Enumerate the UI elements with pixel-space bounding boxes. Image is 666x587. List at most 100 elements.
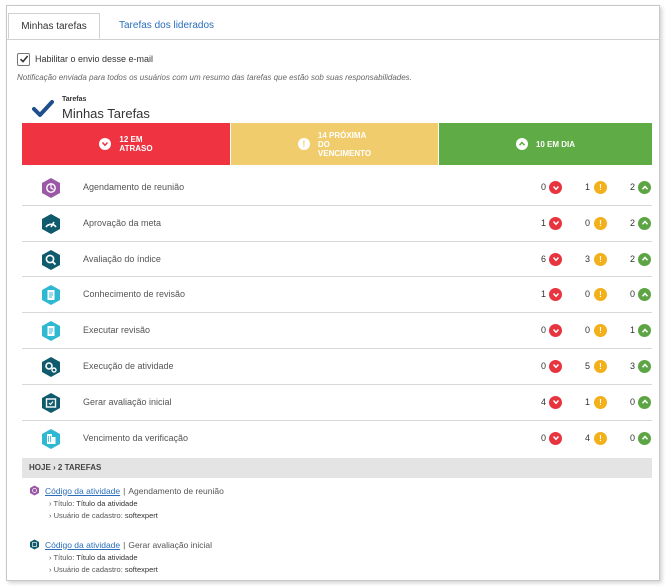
task-type-label: Avaliação do índice <box>83 253 161 264</box>
on-time-count: 2 <box>629 253 635 264</box>
on-time-segment[interactable]: 10 EM DIA <box>439 123 652 165</box>
chevron-down-icon <box>99 138 112 150</box>
late-count: 4 <box>540 396 546 407</box>
due-soon-segment[interactable]: ! 14 PRÓXIMA DO VENCIMENTO <box>230 123 439 165</box>
tab-minhas-tarefas[interactable]: Minhas tarefas <box>8 13 100 39</box>
chevron-down-icon[interactable] <box>549 181 562 194</box>
due-soon-count: 3 <box>584 253 590 264</box>
task-row[interactable]: Gerar avaliação inicial 4 1! 0 <box>22 385 652 421</box>
on-time-count: 1 <box>629 325 635 336</box>
today-item: Código da atividade | Agendamento de reu… <box>29 485 649 520</box>
exclamation-icon[interactable]: ! <box>594 324 607 338</box>
late-count: 0 <box>540 325 546 336</box>
task-row[interactable]: Aprovação da meta 1 0! 2 <box>22 206 652 242</box>
task-row[interactable]: Execução de atividade 0 5! 3 <box>22 349 652 385</box>
enable-email-checkbox[interactable] <box>17 52 30 66</box>
task-type-label: Agendamento de reunião <box>83 182 185 192</box>
document-icon <box>42 285 60 306</box>
chevron-down-icon[interactable] <box>549 395 562 409</box>
task-type-label: Conhecimento de revisão <box>83 289 186 300</box>
activity-code-link[interactable]: Código da atividade <box>45 486 120 496</box>
late-count: 1 <box>540 289 546 300</box>
gauge-icon <box>42 213 60 234</box>
due-soon-count: 0 <box>584 217 590 228</box>
due-soon-count: 0 <box>584 325 590 336</box>
exclamation-icon[interactable]: ! <box>594 431 607 445</box>
late-count: 1 <box>540 217 546 228</box>
task-type-list: Agendamento de reunião 0 1! 2 Aprovação da m… <box>22 170 652 456</box>
section-subtitle: Tarefas <box>62 96 87 103</box>
section-title: Minhas Tarefas <box>62 106 150 121</box>
chevron-up-icon <box>515 138 528 150</box>
activity-type: Agendamento de reunião <box>128 485 224 496</box>
on-time-count: 2 <box>629 182 635 192</box>
enable-email-row[interactable]: Habilitar o envio desse e-mail <box>17 52 153 66</box>
due-soon-label: 14 PRÓXIMA DO VENCIMENTO <box>317 130 372 158</box>
exclamation-icon[interactable]: ! <box>594 181 607 194</box>
exclamation-icon[interactable]: ! <box>594 395 607 409</box>
notification-description: Notificação enviada para todos os usuári… <box>17 73 412 82</box>
search-icon <box>42 249 60 270</box>
chevron-up-icon[interactable] <box>638 359 651 373</box>
separator: | <box>123 485 126 496</box>
on-time-count: 3 <box>629 360 635 371</box>
exclamation-icon[interactable]: ! <box>594 252 607 266</box>
exclamation-icon[interactable]: ! <box>594 216 607 230</box>
due-soon-count: 0 <box>584 289 590 300</box>
activity-user-line: › Usuário de cadastro: softexpert <box>49 511 158 520</box>
activity-title-line: › Título: Título da atividade <box>49 553 138 562</box>
meeting-icon <box>42 178 60 198</box>
meeting-icon <box>30 485 39 496</box>
checkmark-icon <box>32 100 54 117</box>
chevron-down-icon[interactable] <box>549 359 562 373</box>
chevron-up-icon[interactable] <box>638 252 651 266</box>
due-soon-count: 4 <box>584 432 590 443</box>
separator: | <box>123 539 126 550</box>
chevron-down-icon[interactable] <box>549 288 562 302</box>
chevron-down-icon[interactable] <box>549 216 562 230</box>
late-count: 0 <box>540 182 546 192</box>
chevron-down-icon[interactable] <box>549 252 562 266</box>
late-segment[interactable]: 12 EM ATRASO <box>22 123 230 165</box>
chevron-down-icon[interactable] <box>549 431 562 445</box>
tab-bar: Minhas tarefas Tarefas dos liderados <box>7 6 659 40</box>
task-row[interactable]: Vencimento da verificação 0 4! 0 <box>22 421 652 457</box>
late-count: 6 <box>540 253 546 264</box>
task-row[interactable]: Avaliação do índice 6 3! 2 <box>22 242 652 278</box>
task-row[interactable]: Agendamento de reunião 0 1! 2 <box>22 170 652 206</box>
due-soon-count: 1 <box>584 182 590 192</box>
task-row[interactable]: Executar revisão 0 0! 1 <box>22 313 652 349</box>
late-label: 12 EM ATRASO <box>119 135 153 153</box>
chevron-up-icon[interactable] <box>638 181 651 194</box>
email-settings-panel: Minhas tarefas Tarefas dos liderados Hab… <box>6 5 660 581</box>
activity-code-link[interactable]: Código da atividade <box>45 540 120 550</box>
chevron-up-icon[interactable] <box>638 324 651 338</box>
due-soon-count: 5 <box>584 360 590 371</box>
chevron-down-icon[interactable] <box>549 324 562 338</box>
tab-tarefas-liderados[interactable]: Tarefas dos liderados <box>111 13 222 39</box>
late-count: 0 <box>540 360 546 371</box>
activity-type: Gerar avaliação inicial <box>128 539 212 550</box>
clipboard-icon <box>30 539 39 550</box>
exclamation-icon[interactable]: ! <box>594 359 607 373</box>
on-time-count: 0 <box>629 396 635 407</box>
late-count: 0 <box>540 432 546 443</box>
on-time-count: 0 <box>629 432 635 443</box>
chevron-up-icon[interactable] <box>638 431 651 445</box>
task-row[interactable]: Conhecimento de revisão 1 0! 0 <box>22 277 652 314</box>
today-item: Código da atividade | Gerar avaliação in… <box>29 539 649 574</box>
checkmark-icon <box>19 55 28 63</box>
chevron-up-icon[interactable] <box>638 216 651 230</box>
task-type-label: Vencimento da verificação <box>83 432 189 443</box>
gears-icon <box>42 356 60 377</box>
task-type-label: Aprovação da meta <box>83 217 162 228</box>
activity-title-line: › Título: Título da atividade <box>49 499 138 508</box>
chevron-up-icon[interactable] <box>638 395 651 409</box>
building-icon <box>42 428 60 449</box>
task-type-label: Gerar avaliação inicial <box>83 396 172 407</box>
exclamation-icon[interactable]: ! <box>594 288 607 302</box>
chevron-up-icon[interactable] <box>638 288 651 302</box>
task-type-label: Executar revisão <box>83 325 151 336</box>
clipboard-icon <box>42 392 60 413</box>
due-soon-count: 1 <box>584 396 590 407</box>
